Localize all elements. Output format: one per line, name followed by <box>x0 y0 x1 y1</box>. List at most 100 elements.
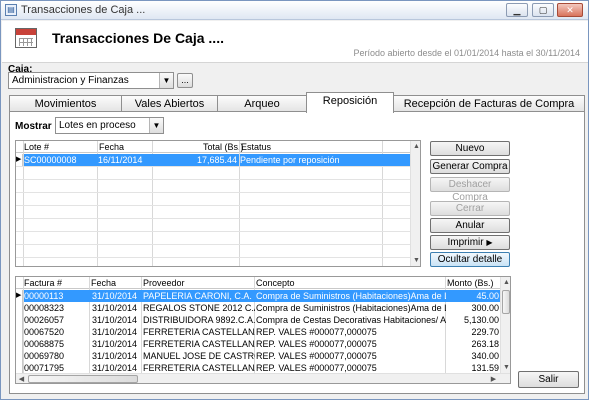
grid-line <box>16 192 412 193</box>
table-row[interactable]: 00068875 31/10/2014 FERRETERIA CASTELLAN… <box>16 338 500 350</box>
table-row[interactable]: 00008323 31/10/2014 REGALOS STONE 2012 C… <box>16 302 500 314</box>
scroll-left-icon[interactable]: ◀ <box>16 374 27 383</box>
cell-concepto: Compra de Suministros (Habitaciones)Ama … <box>255 290 446 302</box>
facturas-table-header: Factura # Fecha Proveedor Concepto Monto… <box>16 277 510 289</box>
grid-line <box>16 205 412 206</box>
cell-lote: SC00000008 <box>24 154 98 166</box>
app-window: ▤ Transacciones de Caja ... ▁ ▢ ✕ Transa… <box>0 0 589 400</box>
nuevo-button[interactable]: Nuevo <box>430 141 510 156</box>
col-fecha[interactable]: Fecha <box>91 277 116 289</box>
imprimir-button[interactable]: Imprimir ▶ <box>430 235 510 250</box>
cell-monto: 229.70 <box>471 327 499 337</box>
triangle-right-icon: ▶ <box>486 238 493 247</box>
row-indicator <box>16 314 23 326</box>
reposicion-panel: Mostrar Lotes en proceso ▼ Lote # Fecha … <box>9 111 585 394</box>
cell-proveedor: MANUEL JOSE DE CASTRO FER <box>143 351 255 361</box>
cell-fecha: 31/10/2014 <box>90 290 142 302</box>
col-proveedor[interactable]: Proveedor <box>143 277 185 289</box>
minimize-button[interactable]: ▁ <box>506 3 528 17</box>
caja-select-value: Administracion y Finanzas <box>12 75 129 86</box>
anular-button[interactable]: Anular <box>430 218 510 233</box>
calendar-icon <box>15 28 37 48</box>
col-fecha[interactable]: Fecha <box>99 141 124 153</box>
scroll-right-icon[interactable]: ▶ <box>488 374 499 383</box>
triangle-right-icon: ▶ <box>16 290 23 302</box>
cell-monto: 5,130.00 <box>463 315 499 325</box>
tab-recepcion-facturas[interactable]: Recepción de Facturas de Compra <box>393 95 585 112</box>
col-factura[interactable]: Factura # <box>24 277 62 289</box>
col-monto[interactable]: Monto (Bs.) <box>447 277 494 289</box>
cell-fecha: 31/10/2014 <box>92 351 138 361</box>
grid-line <box>16 218 412 219</box>
scroll-up-icon[interactable]: ▲ <box>501 277 510 288</box>
grid-line <box>16 166 412 167</box>
window-title: Transacciones de Caja ... <box>21 4 146 16</box>
table-row[interactable]: ▶ SC00000008 16/11/2014 17,685.44 Pendie… <box>16 154 415 166</box>
grid-line <box>16 179 412 180</box>
tab-vales-abiertos[interactable]: Vales Abiertos <box>121 95 218 112</box>
cell-monto: 300.00 <box>471 303 499 313</box>
close-button[interactable]: ✕ <box>557 3 583 17</box>
cell-proveedor: REGALOS STONE 2012 C.A. <box>143 303 255 313</box>
scroll-thumb[interactable] <box>28 375 138 383</box>
ocultar-detalle-button[interactable]: Ocultar detalle <box>430 252 510 267</box>
lotes-scrollbar[interactable]: ▲ ▼ <box>410 141 420 266</box>
mostrar-select[interactable]: Lotes en proceso ▼ <box>55 117 164 134</box>
salir-button[interactable]: Salir <box>518 371 579 388</box>
facturas-hscrollbar[interactable]: ◀ ▶ <box>16 373 510 383</box>
cell-fecha: 31/10/2014 <box>92 315 138 325</box>
cell-factura: 00000113 <box>24 290 90 302</box>
table-row[interactable]: ▶ 00000113 31/10/2014 PAPELERIA CARONI, … <box>16 290 500 302</box>
cell-concepto: Compra de Suministros (Habitaciones)Ama … <box>256 303 446 313</box>
maximize-button[interactable]: ▢ <box>532 3 554 17</box>
table-row[interactable]: 00026057 31/10/2014 DISTRIBUIDORA 9892.C… <box>16 314 500 326</box>
cell-concepto: Compra de Cestas Decorativas Habitacione… <box>256 315 446 325</box>
cell-estatus: Pendiente por reposición <box>240 154 415 166</box>
scroll-up-icon[interactable]: ▲ <box>411 141 420 152</box>
chevron-down-icon[interactable]: ▼ <box>159 73 173 88</box>
cell-monto: 263.18 <box>471 339 499 349</box>
page-header: Transacciones De Caja .... Período abier… <box>2 21 588 63</box>
mostrar-select-value: Lotes en proceso <box>59 120 136 131</box>
cell-fecha: 31/10/2014 <box>92 327 138 337</box>
period-info: Período abierto desde el 01/01/2014 hast… <box>353 48 580 58</box>
cerrar-button[interactable]: Cerrar <box>430 201 510 216</box>
generar-compra-button[interactable]: Generar Compra <box>430 159 510 174</box>
grid-line <box>16 231 412 232</box>
col-estatus[interactable]: Estatus <box>241 141 271 153</box>
title-bar: ▤ Transacciones de Caja ... ▁ ▢ ✕ <box>1 1 588 20</box>
lotes-table-header: Lote # Fecha Total (Bs.) Estatus <box>16 141 412 153</box>
table-row[interactable]: 00067520 31/10/2014 FERRETERIA CASTELLAN… <box>16 326 500 338</box>
col-total[interactable]: Total (Bs.) <box>203 141 244 153</box>
scroll-down-icon[interactable]: ▼ <box>501 362 510 373</box>
row-indicator <box>16 326 23 338</box>
lotes-table: Lote # Fecha Total (Bs.) Estatus ▶ SC000… <box>15 140 421 267</box>
chevron-down-icon[interactable]: ▼ <box>149 118 163 133</box>
caja-browse-button[interactable]: ... <box>177 73 193 88</box>
row-indicator <box>16 350 23 362</box>
grid-line <box>16 257 412 258</box>
tab-reposicion[interactable]: Reposición <box>306 92 394 113</box>
tab-movimientos[interactable]: Movimientos <box>9 95 122 112</box>
cell-factura: 00069780 <box>24 351 65 361</box>
scroll-thumb[interactable] <box>502 290 510 314</box>
facturas-table: Factura # Fecha Proveedor Concepto Monto… <box>15 276 511 384</box>
grid-line <box>16 244 412 245</box>
triangle-right-icon: ▶ <box>16 154 23 166</box>
facturas-vscrollbar[interactable]: ▲ ▼ <box>500 277 510 373</box>
cell-fecha: 31/10/2014 <box>92 303 138 313</box>
cell-fecha: 16/11/2014 <box>98 154 153 166</box>
col-lote[interactable]: Lote # <box>24 141 49 153</box>
cell-proveedor: DISTRIBUIDORA 9892.C.A. <box>143 315 255 325</box>
caja-select[interactable]: Administracion y Finanzas ▼ <box>8 72 174 89</box>
imprimir-label: Imprimir <box>447 237 484 248</box>
cell-concepto: REP. VALES #000077,000075 <box>256 351 377 361</box>
deshacer-compra-button[interactable]: Deshacer Compra <box>430 177 510 203</box>
row-indicator <box>16 338 23 350</box>
col-concepto[interactable]: Concepto <box>256 277 295 289</box>
cell-factura: 00008323 <box>24 303 65 313</box>
cell-factura: 00068875 <box>24 339 65 349</box>
table-row[interactable]: 00069780 31/10/2014 MANUEL JOSE DE CASTR… <box>16 350 500 362</box>
scroll-down-icon[interactable]: ▼ <box>411 255 420 266</box>
tab-arqueo[interactable]: Arqueo <box>217 95 307 112</box>
